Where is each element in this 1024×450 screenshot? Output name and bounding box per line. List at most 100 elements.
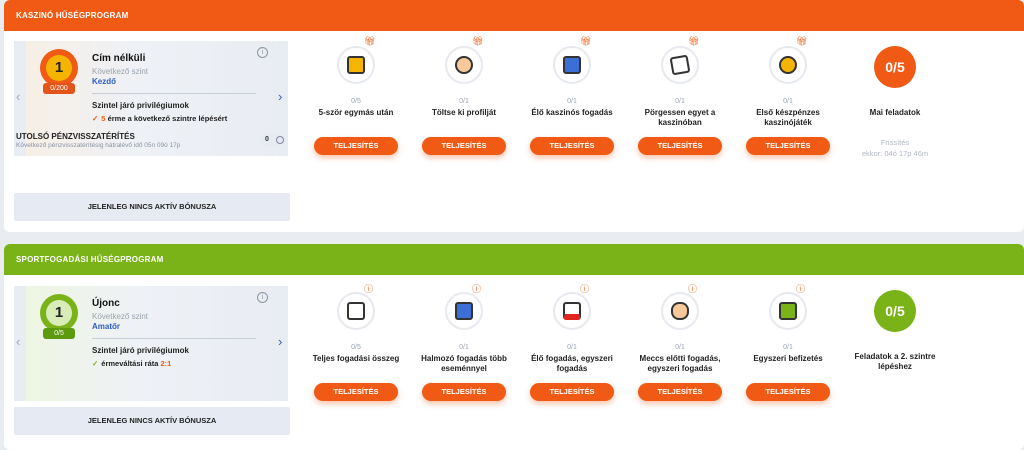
- complete-button[interactable]: TELJESÍTÉS: [530, 383, 614, 401]
- complete-button[interactable]: TELJESÍTÉS: [746, 137, 830, 155]
- casino-level-coin: 1 0/200: [40, 49, 78, 94]
- info-icon[interactable]: i: [257, 47, 268, 58]
- gift-icon: 🎁︎: [580, 36, 592, 46]
- daily-progress-circle: 0/5: [874, 46, 916, 88]
- task-progress: 0/1: [783, 344, 793, 351]
- live-bet-icon: [553, 292, 591, 330]
- level-title: Újonc: [92, 298, 120, 309]
- chevron-left-icon: ‹: [16, 89, 21, 104]
- task-progress: 0/1: [567, 344, 577, 351]
- carousel-prev[interactable]: ‹: [14, 286, 26, 401]
- task-progress: 0/1: [675, 98, 685, 105]
- task-label: Meccs előtti fogadás, egyszeri fogadás: [639, 354, 721, 373]
- info-icon: ⓘ: [796, 284, 806, 294]
- sport-level-carousel: ‹ 1 0/5 Újonc Következő szint Amatőr i S…: [14, 286, 292, 401]
- daily-refresh: Frissítés ekkor: 04ó 17p 46m: [841, 137, 949, 159]
- clock-icon: [276, 136, 284, 144]
- live-casino-icon: [553, 46, 591, 84]
- next-level-label: Következő szint: [92, 312, 149, 321]
- task-progress: 0/5: [351, 344, 361, 351]
- coins-icon: [769, 46, 807, 84]
- casino-program-header: KASZINÓ HŰSÉGPROGRAM: [4, 0, 1024, 31]
- refresh-time: ekkor: 04ó 17p 46m: [861, 149, 929, 158]
- check-icon: ✓: [92, 359, 99, 368]
- gift-icon: 🎁︎: [472, 36, 484, 46]
- cards-icon: [661, 46, 699, 84]
- cashback-value: 0: [265, 136, 269, 143]
- daily-label: Mai feladatok: [869, 108, 921, 117]
- privilege-highlight: 5: [101, 114, 106, 123]
- next-level-name: Amatőr: [92, 322, 121, 331]
- task-label: Teljes fogadási összeg: [312, 354, 400, 363]
- divider: [92, 93, 256, 94]
- privilege-text: érmeváltási ráta: [101, 359, 159, 368]
- task-label: 5-ször egymás után: [318, 108, 394, 117]
- info-icon: ⓘ: [688, 284, 698, 294]
- sport-level-card: 1 0/5 Újonc Következő szint Amatőr i Szi…: [26, 286, 276, 401]
- privileges-title: Szintel járó privilégiumok: [92, 101, 189, 110]
- task-progress: 0/1: [783, 98, 793, 105]
- task-label: Egyszeri befizetés: [753, 354, 823, 363]
- slot-machine-icon: [337, 46, 375, 84]
- complete-button[interactable]: TELJESÍTÉS: [422, 383, 506, 401]
- task-label: Élő kaszinós fogadás: [531, 108, 613, 117]
- check-icon: ✓: [92, 114, 99, 123]
- task-label: Halmozó fogadás több eseménnyel: [421, 354, 507, 373]
- complete-button[interactable]: TELJESÍTÉS: [638, 137, 722, 155]
- task-progress: 0/5: [351, 98, 361, 105]
- info-icon[interactable]: i: [257, 292, 268, 303]
- sport-program-header: SPORTFOGADÁSI HŰSÉGPROGRAM: [4, 244, 1024, 275]
- sport-program-title: SPORTFOGADÁSI HŰSÉGPROGRAM: [16, 255, 164, 264]
- info-icon: ⓘ: [472, 284, 482, 294]
- task-progress: 0/1: [459, 344, 469, 351]
- accumulator-icon: [445, 292, 483, 330]
- carousel-next[interactable]: ›: [276, 286, 288, 401]
- chevron-left-icon: ‹: [16, 334, 21, 349]
- active-bonus-bar[interactable]: JELENLEG NINCS AKTÍV BÓNUSZA: [14, 407, 290, 435]
- privilege-item: ✓ érmeváltási ráta 2:1: [92, 359, 171, 368]
- casino-loyalty-program: KASZINÓ HŰSÉGPROGRAM ‹ 1 0/200 Cím nélkü…: [4, 0, 1024, 232]
- task-label: Pörgessen egyet a kaszinóban: [644, 108, 716, 127]
- cashback-section: UTOLSÓ PÉNZVISSZATÉRÍTÉS Következő pénzv…: [16, 132, 290, 149]
- info-icon: ⓘ: [580, 284, 590, 294]
- task-label: Töltse ki profilját: [431, 108, 496, 117]
- complete-button[interactable]: TELJESÍTÉS: [638, 383, 722, 401]
- cashback-subtitle: Következő pénzvisszatérítésig hátralévő …: [16, 142, 181, 149]
- profile-icon: [445, 46, 483, 84]
- gift-icon: 🎁︎: [364, 36, 376, 46]
- bet-slip-icon: [337, 292, 375, 330]
- sport-loyalty-program: SPORTFOGADÁSI HŰSÉGPROGRAM ‹ 1 0/5 Újonc…: [4, 244, 1024, 450]
- divider: [92, 338, 256, 339]
- wallet-icon: [769, 292, 807, 330]
- refresh-label: Frissítés: [880, 138, 910, 147]
- task-progress: 0/1: [567, 98, 577, 105]
- task-label: Első készpénzes kaszinójáték: [756, 108, 820, 127]
- complete-button[interactable]: TELJESÍTÉS: [746, 383, 830, 401]
- chevron-right-icon: ›: [278, 334, 283, 349]
- info-icon: ⓘ: [364, 284, 374, 294]
- complete-button[interactable]: TELJESÍTÉS: [314, 383, 398, 401]
- level-title: Cím nélküli: [92, 53, 146, 64]
- level-progress-badge: 0/5: [43, 328, 75, 339]
- complete-button[interactable]: TELJESÍTÉS: [314, 137, 398, 155]
- task-progress: 0/1: [675, 344, 685, 351]
- daily-label: Feladatok a 2. szintre lépéshez: [854, 352, 936, 371]
- handshake-icon: [661, 292, 699, 330]
- next-level-label: Következő szint: [92, 67, 149, 76]
- daily-progress-circle: 0/5: [874, 290, 916, 332]
- cashback-title: UTOLSÓ PÉNZVISSZATÉRÍTÉS: [16, 132, 135, 141]
- complete-button[interactable]: TELJESÍTÉS: [530, 137, 614, 155]
- casino-program-title: KASZINÓ HŰSÉGPROGRAM: [16, 11, 129, 20]
- next-level-name: Kezdő: [92, 77, 116, 86]
- level-number: 1: [46, 55, 72, 81]
- privilege-item: ✓ 5 érme a következő szintre lépésért: [92, 114, 227, 123]
- cashback-value-pill[interactable]: 0: [260, 134, 286, 146]
- complete-button[interactable]: TELJESÍTÉS: [422, 137, 506, 155]
- level-progress-badge: 0/200: [43, 83, 75, 94]
- task-progress: 0/1: [459, 98, 469, 105]
- active-bonus-bar[interactable]: JELENLEG NINCS AKTÍV BÓNUSZA: [14, 193, 290, 221]
- gift-icon: 🎁︎: [688, 36, 700, 46]
- sport-level-coin: 1 0/5: [40, 294, 78, 339]
- chevron-right-icon: ›: [278, 89, 283, 104]
- level-number: 1: [46, 300, 72, 326]
